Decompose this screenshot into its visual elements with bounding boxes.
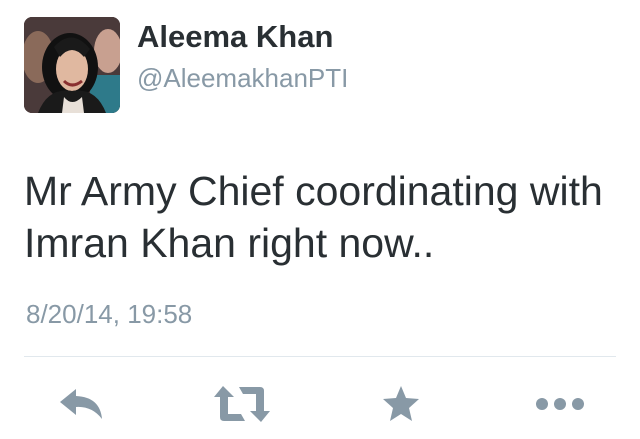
timestamp: 8/20/14, 19:58 [26,299,193,329]
avatar-photo [24,17,120,113]
favorite-button[interactable] [378,382,424,426]
avatar[interactable] [24,17,120,113]
display-name[interactable]: Aleema Khan [137,17,333,57]
tweet-text: Mr Army Chief coordinating with Imran Kh… [24,168,603,266]
retweet-icon [214,386,270,422]
divider [24,356,616,357]
more-button[interactable] [533,382,587,426]
user-handle[interactable]: @AleemakhanPTI [137,60,348,96]
reply-icon [60,389,102,419]
retweet-button[interactable] [211,382,273,426]
star-icon [383,386,419,421]
more-icon [536,398,584,410]
reply-button[interactable] [55,382,107,426]
tweet-card: Aleema Khan @AleemakhanPTI Mr Army Chief… [0,0,640,439]
